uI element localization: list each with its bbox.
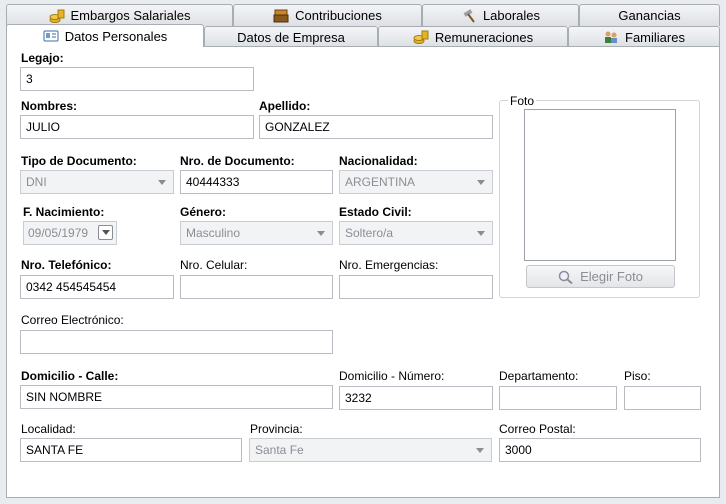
localidad-input[interactable]: SANTA FE xyxy=(20,438,242,462)
chevron-down-icon xyxy=(477,180,485,185)
emergencias-label: Nro. Emergencias: xyxy=(339,258,439,272)
telefono-input[interactable]: 0342 454545454 xyxy=(20,275,174,299)
celular-label: Nro. Celular: xyxy=(180,258,248,272)
departamento-label: Departamento: xyxy=(499,369,579,383)
nacionalidad-select[interactable]: ARGENTINA xyxy=(339,170,493,194)
nombres-label: Nombres: xyxy=(21,99,78,113)
chevron-down-icon xyxy=(477,231,485,236)
piso-input[interactable] xyxy=(624,386,701,410)
provincia-select[interactable]: Santa Fe xyxy=(249,438,492,462)
chevron-down-icon xyxy=(317,231,325,236)
apellido-label: Apellido: xyxy=(259,99,311,113)
nacionalidad-value: ARGENTINA xyxy=(345,175,416,189)
legajo-input[interactable]: 3 xyxy=(20,67,254,91)
chevron-down-icon xyxy=(476,448,484,453)
nombres-input[interactable]: JULIO xyxy=(20,115,254,139)
tipo-documento-value: DNI xyxy=(26,175,47,189)
nacionalidad-label: Nacionalidad: xyxy=(339,154,418,168)
correo-label: Correo Electrónico: xyxy=(21,313,124,327)
genero-label: Género: xyxy=(180,205,227,219)
tipo-documento-label: Tipo de Documento: xyxy=(21,154,137,168)
piso-label: Piso: xyxy=(624,369,651,383)
calendar-dropdown-icon[interactable] xyxy=(98,225,113,240)
nacimiento-label: F. Nacimiento: xyxy=(23,205,105,219)
genero-select[interactable]: Masculino xyxy=(180,221,333,245)
estado-civil-select[interactable]: Soltero/a xyxy=(339,221,493,245)
emergencias-input[interactable] xyxy=(339,275,493,299)
genero-value: Masculino xyxy=(186,226,241,240)
provincia-value: Santa Fe xyxy=(255,443,304,457)
correo-input[interactable] xyxy=(20,330,333,354)
chevron-down-icon xyxy=(158,180,166,185)
nacimiento-value: 09/05/1979 xyxy=(28,226,89,240)
correo-postal-label: Correo Postal: xyxy=(499,422,576,436)
departamento-input[interactable] xyxy=(499,386,617,410)
nacimiento-date-picker[interactable]: 09/05/1979 xyxy=(23,221,117,245)
calle-input[interactable]: SIN NOMBRE xyxy=(20,385,333,409)
foto-preview xyxy=(524,109,676,261)
foto-legend: Foto xyxy=(508,94,537,108)
celular-input[interactable] xyxy=(180,275,333,299)
estado-civil-label: Estado Civil: xyxy=(339,205,412,219)
tipo-documento-select[interactable]: DNI xyxy=(20,170,174,194)
legajo-label: Legajo: xyxy=(21,51,64,65)
provincia-label: Provincia: xyxy=(250,422,303,436)
nro-documento-label: Nro. de Documento: xyxy=(180,154,295,168)
telefono-label: Nro. Telefónico: xyxy=(21,258,112,272)
correo-postal-input[interactable]: 3000 xyxy=(499,438,701,462)
apellido-input[interactable]: GONZALEZ xyxy=(259,115,493,139)
elegir-foto-button[interactable]: Elegir Foto xyxy=(526,265,675,288)
calle-label: Domicilio - Calle: xyxy=(21,369,119,383)
localidad-label: Localidad: xyxy=(21,422,76,436)
magnifier-icon xyxy=(558,270,574,284)
elegir-foto-label: Elegir Foto xyxy=(580,269,643,284)
estado-civil-value: Soltero/a xyxy=(345,226,394,240)
numero-label: Domicilio - Número: xyxy=(339,369,445,383)
numero-input[interactable]: 3232 xyxy=(339,386,493,410)
nro-documento-input[interactable]: 40444333 xyxy=(180,170,333,194)
